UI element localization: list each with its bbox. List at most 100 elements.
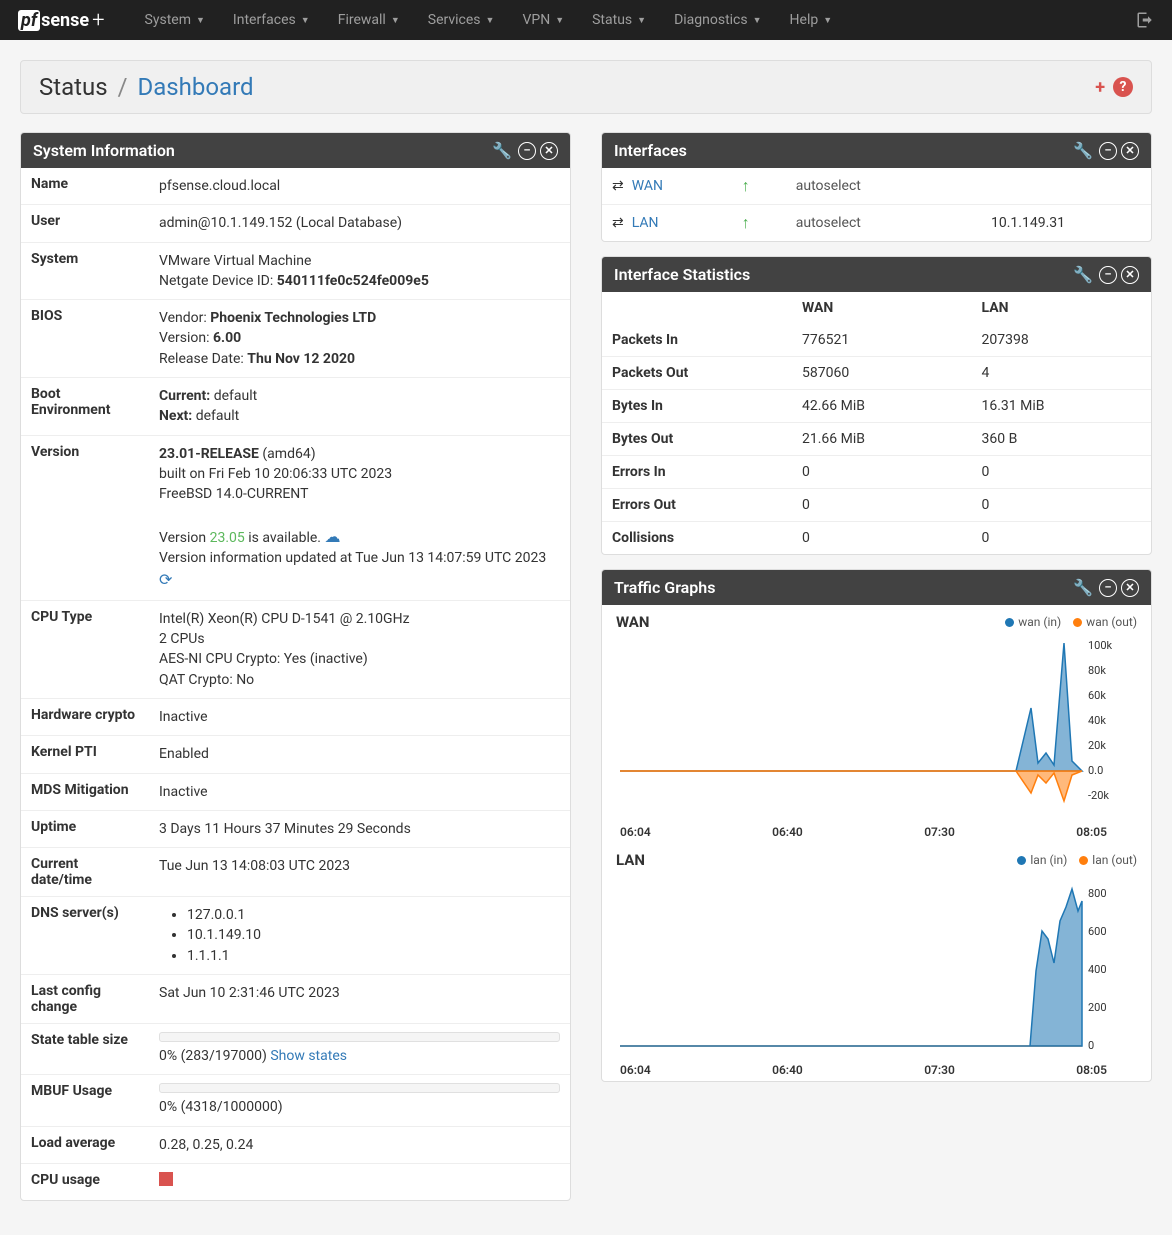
page-header: Status / Dashboard + ? [20, 60, 1152, 114]
state-progress [159, 1032, 560, 1042]
nav-services[interactable]: Services▼ [414, 12, 509, 28]
svg-text:200: 200 [1088, 1001, 1107, 1014]
minimize-icon[interactable]: – [1099, 579, 1117, 597]
lan-chart: 800 600 400 200 0 [616, 871, 1116, 1061]
row-uptime: Uptime3 Days 11 Hours 37 Minutes 29 Seco… [21, 810, 570, 847]
row-kpti: Kernel PTIEnabled [21, 736, 570, 773]
iface-row-lan[interactable]: ⇄ LAN ↑ autoselect 10.1.149.31 [602, 205, 1151, 241]
arrow-up-icon: ↑ [742, 176, 796, 196]
caret-down-icon: ▼ [391, 15, 400, 26]
svg-text:600: 600 [1088, 925, 1107, 938]
cloud-download-icon[interactable]: ☁ [324, 527, 340, 546]
caret-down-icon: ▼ [637, 15, 646, 26]
mbuf-progress [159, 1083, 560, 1093]
legend-dot-out-icon [1079, 856, 1088, 865]
wrench-icon[interactable]: 🔧 [492, 141, 512, 160]
svg-text:80k: 80k [1088, 664, 1106, 677]
panel-interface-statistics: Interface Statistics 🔧–✕ WAN LAN Packets… [601, 256, 1152, 555]
panel-interfaces: Interfaces 🔧–✕ ⇄ WAN ↑ autoselect ⇄ LAN … [601, 132, 1152, 242]
caret-down-icon: ▼ [823, 15, 832, 26]
iface-row-wan[interactable]: ⇄ WAN ↑ autoselect [602, 168, 1151, 205]
stats-row: Errors Out00 [602, 489, 1151, 522]
svg-text:800: 800 [1088, 887, 1107, 900]
caret-down-icon: ▼ [486, 15, 495, 26]
svg-text:0: 0 [1088, 1039, 1094, 1052]
row-cpu: CPU Type Intel(R) Xeon(R) CPU D-1541 @ 2… [21, 600, 570, 698]
minimize-icon[interactable]: – [1099, 266, 1117, 284]
version-link[interactable]: 23.05 [210, 530, 245, 546]
breadcrumb: Status / Dashboard [39, 73, 254, 101]
panel-title: Interface Statistics [614, 265, 1073, 284]
svg-text:0.0: 0.0 [1088, 764, 1103, 777]
stats-row: Packets In776521207398 [602, 324, 1151, 357]
svg-text:400: 400 [1088, 963, 1107, 976]
breadcrumb-root: Status [39, 73, 108, 101]
stats-row: Bytes Out21.66 MiB360 B [602, 423, 1151, 456]
stats-row: Errors In00 [602, 456, 1151, 489]
svg-text:40k: 40k [1088, 714, 1106, 727]
logo[interactable]: pfsense+ [18, 8, 105, 33]
add-widget-icon[interactable]: + [1095, 77, 1105, 98]
caret-down-icon: ▼ [196, 15, 205, 26]
nav-status[interactable]: Status▼ [578, 12, 660, 28]
close-icon[interactable]: ✕ [1121, 142, 1139, 160]
iface-name[interactable]: LAN [632, 215, 742, 231]
help-icon[interactable]: ? [1113, 77, 1133, 97]
top-navbar: pfsense+ System▼ Interfaces▼ Firewall▼ S… [0, 0, 1172, 40]
refresh-icon[interactable]: ⟳ [159, 570, 172, 589]
row-datetime: Current date/timeTue Jun 13 14:08:03 UTC… [21, 848, 570, 897]
graph-lan: LAN lan (in) lan (out) 800 600 400 200 0 [602, 843, 1151, 1081]
row-loadavg: Load average0.28, 0.25, 0.24 [21, 1126, 570, 1163]
row-lastcfg: Last config changeSat Jun 10 2:31:46 UTC… [21, 975, 570, 1024]
panel-title: Interfaces [614, 141, 1073, 160]
row-mbuf: MBUF Usage 0% (4318/1000000) [21, 1075, 570, 1126]
svg-text:20k: 20k [1088, 739, 1106, 752]
row-dns: DNS server(s) 127.0.0.110.1.149.101.1.1.… [21, 897, 570, 975]
graph-wan: WAN wan (in) wan (out) 100k 80k 60k 40k … [602, 605, 1151, 843]
show-states-link[interactable]: Show states [270, 1048, 347, 1064]
arrow-up-icon: ↑ [742, 213, 796, 233]
minimize-icon[interactable]: – [518, 142, 536, 160]
legend-dot-in-icon [1017, 856, 1026, 865]
legend-dot-in-icon [1005, 618, 1014, 627]
logout-icon[interactable] [1136, 11, 1154, 29]
panel-system-information: System Information 🔧 – ✕ Namepfsense.clo… [20, 132, 571, 1201]
wrench-icon[interactable]: 🔧 [1073, 141, 1093, 160]
network-icon: ⇄ [612, 178, 624, 194]
row-mds: MDS MitigationInactive [21, 773, 570, 810]
nav-firewall[interactable]: Firewall▼ [324, 12, 414, 28]
stats-row: Packets Out5870604 [602, 357, 1151, 390]
minimize-icon[interactable]: – [1099, 142, 1117, 160]
stats-row: Bytes In42.66 MiB16.31 MiB [602, 390, 1151, 423]
wrench-icon[interactable]: 🔧 [1073, 265, 1093, 284]
caret-down-icon: ▼ [301, 15, 310, 26]
close-icon[interactable]: ✕ [1121, 266, 1139, 284]
nav-interfaces[interactable]: Interfaces▼ [219, 12, 324, 28]
panel-title: Traffic Graphs [614, 578, 1073, 597]
breadcrumb-active[interactable]: Dashboard [137, 73, 253, 101]
panel-title: System Information [33, 141, 492, 160]
caret-down-icon: ▼ [753, 15, 762, 26]
row-system: System VMware Virtual MachineNetgate Dev… [21, 242, 570, 300]
network-icon: ⇄ [612, 215, 624, 231]
nav-help[interactable]: Help▼ [776, 12, 847, 28]
row-name: Namepfsense.cloud.local [21, 168, 570, 205]
svg-text:-20k: -20k [1088, 789, 1109, 802]
close-icon[interactable]: ✕ [540, 142, 558, 160]
panel-traffic-graphs: Traffic Graphs 🔧–✕ WAN wan (in) wan (out… [601, 569, 1152, 1082]
row-user: Useradmin@10.1.149.152 (Local Database) [21, 205, 570, 242]
row-cpuusage: CPU usage [21, 1163, 570, 1200]
nav-system[interactable]: System▼ [131, 12, 219, 28]
svg-text:100k: 100k [1088, 639, 1113, 652]
row-hwcrypto: Hardware cryptoInactive [21, 698, 570, 735]
wrench-icon[interactable]: 🔧 [1073, 578, 1093, 597]
row-bios: BIOS Vendor: Phoenix Technologies LTDVer… [21, 300, 570, 378]
svg-text:60k: 60k [1088, 689, 1106, 702]
stats-row: Collisions00 [602, 522, 1151, 555]
nav-vpn[interactable]: VPN▼ [508, 12, 578, 28]
nav-diagnostics[interactable]: Diagnostics▼ [660, 12, 775, 28]
legend-dot-out-icon [1073, 618, 1082, 627]
row-state: State table size 0% (283/197000) Show st… [21, 1024, 570, 1075]
iface-name[interactable]: WAN [632, 178, 742, 194]
close-icon[interactable]: ✕ [1121, 579, 1139, 597]
